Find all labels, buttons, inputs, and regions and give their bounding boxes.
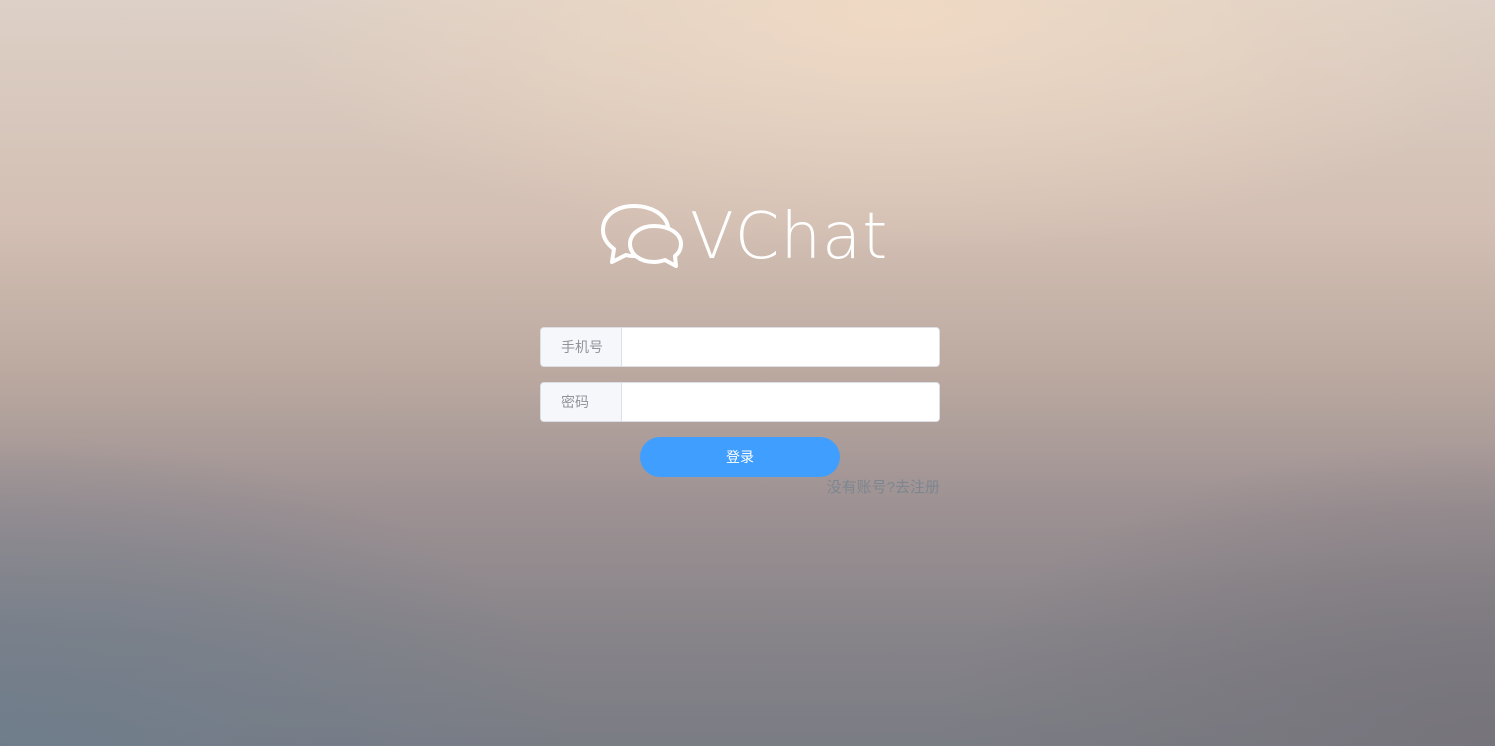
phone-input-group: 手机号 xyxy=(540,327,940,367)
chat-bubbles-icon xyxy=(601,204,683,268)
phone-input[interactable] xyxy=(622,328,939,366)
password-label: 密码 xyxy=(541,383,622,421)
password-input-group: 密码 xyxy=(540,382,940,422)
login-page: VChat 手机号 密码 登录 没有账号?去注册 xyxy=(0,0,1495,746)
login-button[interactable]: 登录 xyxy=(640,437,840,477)
password-input[interactable] xyxy=(622,383,939,421)
brand-logo: VChat xyxy=(600,200,890,274)
phone-label: 手机号 xyxy=(541,328,622,366)
brand-name: VChat xyxy=(690,200,889,274)
register-link[interactable]: 没有账号?去注册 xyxy=(780,476,940,497)
